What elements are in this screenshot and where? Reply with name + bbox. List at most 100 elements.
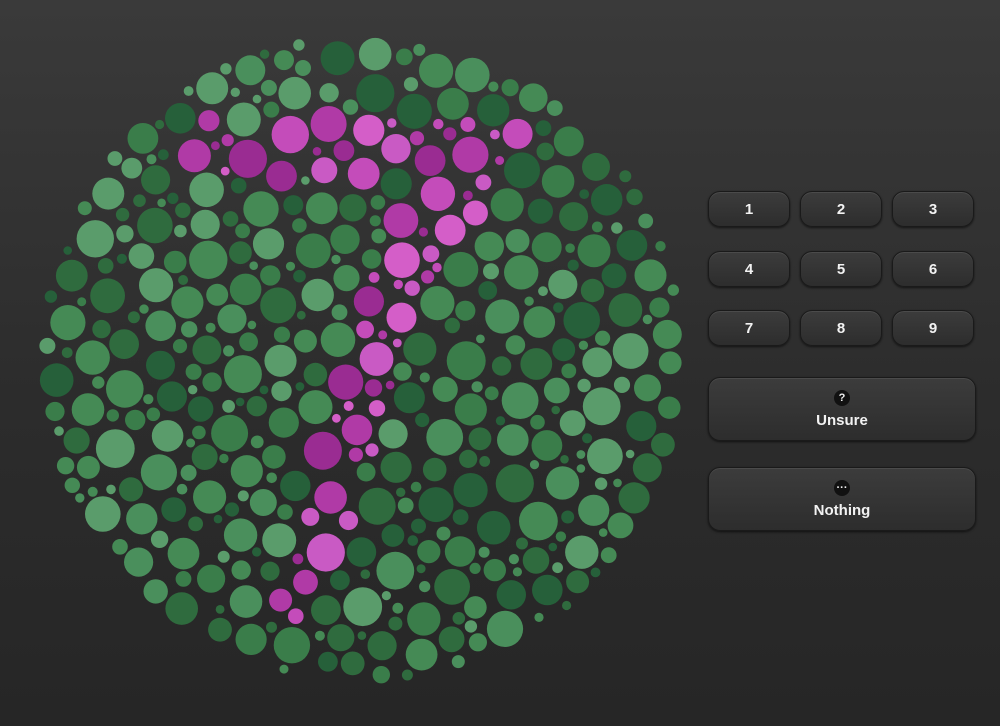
background-dot [419, 372, 430, 383]
background-dot [367, 631, 397, 661]
key-5-button[interactable]: 5 [800, 251, 882, 287]
background-dot [520, 348, 553, 380]
figure-dot [368, 400, 386, 417]
background-dot [293, 269, 306, 283]
key-3-button[interactable]: 3 [892, 191, 974, 227]
figure-dot [443, 127, 457, 141]
background-dot [192, 335, 222, 365]
background-dot [530, 414, 545, 430]
background-dot [578, 494, 610, 526]
background-dot [106, 409, 120, 422]
background-dot [611, 222, 623, 234]
background-dot [563, 302, 600, 339]
background-dot [90, 278, 125, 314]
background-dot [422, 457, 447, 482]
unsure-button[interactable]: ? Unsure [708, 377, 976, 441]
background-dot [61, 347, 73, 358]
key-6-button[interactable]: 6 [892, 251, 974, 287]
background-dot [39, 337, 56, 354]
background-dot [552, 562, 563, 574]
background-dot [339, 194, 367, 222]
background-dot [626, 411, 657, 442]
background-dot [224, 502, 240, 517]
background-dot [143, 579, 168, 604]
background-dot [454, 393, 487, 426]
background-dot [505, 335, 526, 355]
background-dot [559, 410, 586, 436]
background-dot [330, 570, 350, 591]
key-1-button[interactable]: 1 [708, 191, 790, 227]
figure-dot [364, 379, 383, 397]
background-dot [92, 177, 125, 210]
background-dot [576, 450, 586, 459]
background-dot [469, 562, 481, 575]
background-dot [63, 427, 90, 454]
figure-dot [356, 320, 374, 339]
background-dot [320, 322, 356, 358]
background-dot [295, 233, 331, 269]
background-dot [538, 286, 548, 297]
background-dot [274, 50, 294, 71]
figure-dot [198, 110, 220, 132]
background-dot [642, 314, 653, 325]
background-dot [407, 602, 441, 636]
background-dot [436, 526, 451, 541]
background-dot [590, 184, 623, 216]
background-dot [192, 425, 206, 440]
background-dot [222, 399, 236, 413]
key-4-button[interactable]: 4 [708, 251, 790, 287]
background-dot [508, 554, 519, 565]
key-9-button[interactable]: 9 [892, 310, 974, 346]
background-dot [301, 278, 334, 312]
background-dot [483, 263, 499, 280]
background-dot [396, 93, 432, 129]
background-dot [146, 350, 175, 380]
background-dot [296, 310, 306, 320]
figure-dot [292, 553, 304, 565]
background-dot [77, 297, 87, 307]
background-dot [193, 480, 227, 514]
background-dot [180, 464, 197, 481]
background-dot [118, 477, 144, 502]
background-dot [220, 63, 232, 75]
background-dot [161, 497, 187, 522]
background-dot [512, 567, 523, 577]
background-dot [223, 345, 235, 357]
background-dot [376, 551, 415, 590]
background-dot [501, 79, 519, 97]
key-2-button[interactable]: 2 [800, 191, 882, 227]
background-dot [165, 103, 196, 134]
background-dot [651, 432, 675, 457]
background-dot [202, 372, 222, 392]
background-dot [279, 664, 289, 674]
background-dot [582, 152, 610, 181]
figure-dot [384, 242, 420, 278]
background-dot [618, 482, 650, 514]
background-dot [55, 259, 88, 292]
background-dot [357, 631, 367, 640]
figure-dot [338, 510, 359, 531]
figure-dot [462, 200, 488, 226]
nothing-button[interactable]: ··· Nothing [708, 467, 976, 531]
figure-dot [293, 569, 318, 595]
figure-dot [353, 114, 385, 146]
background-dot [259, 49, 270, 59]
background-dot [293, 329, 317, 353]
background-dot [582, 347, 613, 378]
background-dot [478, 281, 498, 300]
background-dot [262, 445, 286, 469]
background-dot [264, 344, 297, 377]
background-dot [527, 198, 554, 224]
background-dot [266, 621, 277, 633]
figure-dot [312, 147, 322, 156]
background-dot [546, 100, 563, 116]
background-dot [137, 207, 173, 244]
background-dot [185, 363, 202, 380]
key-8-button[interactable]: 8 [800, 310, 882, 346]
key-7-button[interactable]: 7 [708, 310, 790, 346]
background-dot [474, 231, 504, 261]
background-dot [534, 612, 544, 623]
background-dot [127, 311, 140, 324]
figure-dot [266, 160, 297, 192]
background-dot [483, 558, 506, 582]
